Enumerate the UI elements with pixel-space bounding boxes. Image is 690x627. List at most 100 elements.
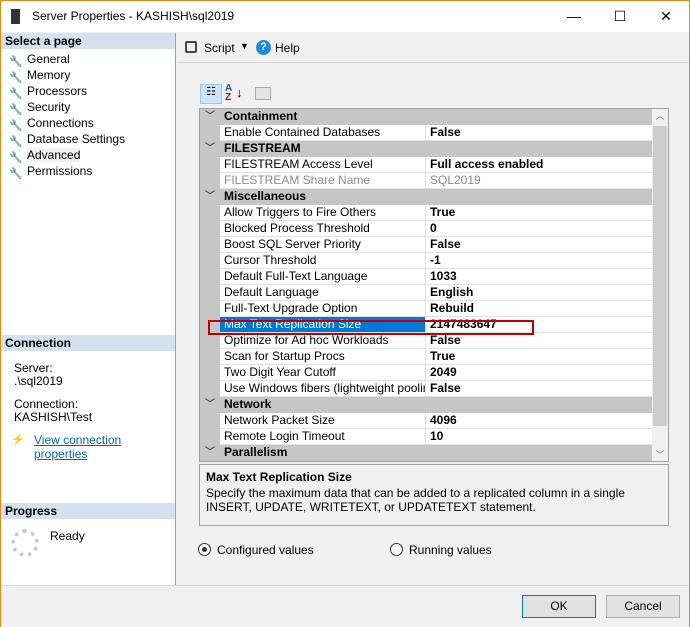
property-row[interactable]: Use Windows fibers (lightweight pooling)…	[200, 381, 654, 397]
property-pages-button[interactable]	[255, 87, 271, 100]
property-value[interactable]: True	[426, 349, 654, 365]
minimize-button[interactable]: —	[551, 1, 597, 32]
property-name: Default Full-Text Language	[220, 269, 426, 285]
title-bar: Server Properties - KASHISH\sql2019 — ☐ …	[1, 1, 689, 32]
property-row[interactable]: FILESTREAM Share Name SQL2019	[200, 173, 654, 189]
property-value[interactable]: SQL2019	[426, 173, 654, 189]
nav-item-security[interactable]: 🔧 Security	[9, 99, 71, 116]
nav-item-advanced[interactable]: 🔧 Advanced	[9, 147, 81, 164]
property-value[interactable]: False	[426, 237, 654, 253]
running-values-label: Running values	[409, 543, 492, 557]
nav-item-label: General	[27, 52, 70, 66]
property-value[interactable]: False	[426, 333, 654, 349]
nav-item-label: Database Settings	[27, 132, 126, 146]
property-name: Remote Login Timeout	[220, 429, 426, 445]
property-value[interactable]: English	[426, 285, 654, 301]
close-button[interactable]: ✕	[643, 1, 689, 32]
maximize-button[interactable]: ☐	[597, 1, 643, 32]
script-button[interactable]: Script	[204, 41, 235, 55]
collapse-chevron-icon[interactable]: ﹀	[205, 189, 215, 204]
connection-label: Connection:	[14, 397, 79, 411]
collapse-chevron-icon[interactable]: ﹀	[205, 141, 215, 156]
nav-item-label: Security	[27, 100, 71, 114]
property-value[interactable]: Rebuild	[426, 301, 654, 317]
property-row[interactable]: Remote Login Timeout 10	[200, 429, 654, 445]
scrollbar-thumb[interactable]	[653, 126, 667, 426]
category-label: Miscellaneous	[224, 189, 307, 203]
category-filestream[interactable]: ﹀ FILESTREAM	[200, 141, 654, 157]
property-row[interactable]: Boost SQL Server Priority False	[200, 237, 654, 253]
configured-values-label: Configured values	[217, 543, 314, 557]
property-name: Enable Contained Databases	[220, 125, 426, 141]
progress-status: Ready	[50, 529, 85, 543]
collapse-chevron-icon[interactable]: ﹀	[205, 445, 215, 460]
categorized-view-button[interactable]: ☷	[200, 84, 222, 104]
property-row[interactable]: Scan for Startup Procs True	[200, 349, 654, 365]
category-label: Network	[224, 397, 272, 411]
property-row[interactable]: Enable Contained Databases False	[200, 125, 654, 141]
property-value[interactable]: 0	[426, 221, 654, 237]
nav-item-label: Processors	[27, 84, 88, 98]
scroll-down-icon[interactable]: ﹀	[652, 448, 668, 461]
property-value[interactable]: 10	[426, 429, 654, 445]
sort-arrow-icon: ↓	[236, 85, 243, 100]
property-row[interactable]: Network Packet Size 4096	[200, 413, 654, 429]
server-icon	[11, 9, 20, 24]
property-row[interactable]: Full-Text Upgrade Option Rebuild	[200, 301, 654, 317]
ok-button[interactable]: OK	[522, 595, 596, 618]
property-value[interactable]: 4096	[426, 413, 654, 429]
property-row[interactable]: Default Language English	[200, 285, 654, 301]
property-row[interactable]: Cursor Threshold -1	[200, 253, 654, 269]
alphabetical-sort-button[interactable]: AZ	[225, 84, 232, 103]
property-value[interactable]: False	[426, 125, 654, 141]
category-parallelism[interactable]: ﹀ Parallelism	[200, 445, 654, 461]
nav-item-connections[interactable]: 🔧 Connections	[9, 115, 94, 132]
description-text: Specify the maximum data that can be add…	[206, 486, 625, 514]
property-row[interactable]: Allow Triggers to Fire Others True	[200, 205, 654, 221]
property-name: Use Windows fibers (lightweight pooling)	[220, 381, 426, 397]
property-row[interactable]: FILESTREAM Access Level Full access enabl…	[200, 157, 654, 173]
nav-item-general[interactable]: 🔧 General	[9, 51, 70, 68]
server-value: .\sql2019	[14, 374, 63, 388]
script-dropdown-chevron-icon[interactable]: ▼	[240, 41, 249, 51]
property-value[interactable]: 1033	[426, 269, 654, 285]
cancel-button[interactable]: Cancel	[606, 595, 680, 618]
property-row[interactable]: Optimize for Ad hoc Workloads False	[200, 333, 654, 349]
property-value[interactable]: Full access enabled	[426, 157, 654, 173]
nav-item-label: Connections	[27, 116, 94, 130]
property-row[interactable]: Two Digit Year Cutoff 2049	[200, 365, 654, 381]
property-grid[interactable]: ﹀ Containment Enable Contained Databases Fa…	[199, 108, 669, 462]
property-row[interactable]: Default Full-Text Language 1033	[200, 269, 654, 285]
help-icon[interactable]: ?	[256, 40, 271, 55]
property-name: Boost SQL Server Priority	[220, 237, 426, 253]
nav-item-processors[interactable]: 🔧 Processors	[9, 83, 88, 100]
property-row[interactable]: Blocked Process Threshold 0	[200, 221, 654, 237]
nav-item-memory[interactable]: 🔧 Memory	[9, 67, 70, 84]
category-containment[interactable]: ﹀ Containment	[200, 109, 654, 125]
collapse-chevron-icon[interactable]: ﹀	[205, 397, 215, 412]
scroll-up-icon[interactable]: ︿	[652, 109, 668, 122]
property-value[interactable]: True	[426, 205, 654, 221]
property-name: Two Digit Year Cutoff	[220, 365, 426, 381]
left-panel: Select a page 🔧 General 🔧 Memory 🔧 Processors…	[1, 33, 176, 627]
view-connection-properties-link[interactable]: View connection properties	[34, 433, 175, 461]
configured-values-radio[interactable]: Configured values	[198, 543, 314, 557]
running-values-radio[interactable]: Running values	[390, 543, 492, 557]
property-name: Network Packet Size	[220, 413, 426, 429]
vertical-scrollbar[interactable]: ︿ ﹀	[652, 109, 668, 461]
property-name: Optimize for Ad hoc Workloads	[220, 333, 426, 349]
property-value[interactable]: False	[426, 381, 654, 397]
nav-item-permissions[interactable]: 🔧 Permissions	[9, 163, 92, 180]
category-miscellaneous[interactable]: ﹀ Miscellaneous	[200, 189, 654, 205]
property-value[interactable]: 2049	[426, 365, 654, 381]
property-value[interactable]: -1	[426, 253, 654, 269]
collapse-chevron-icon[interactable]: ﹀	[205, 109, 215, 124]
button-bar: OK Cancel	[1, 585, 689, 627]
category-network[interactable]: ﹀ Network	[200, 397, 654, 413]
property-name: Default Language	[220, 285, 426, 301]
server-properties-window: Server Properties - KASHISH\sql2019 — ☐ …	[0, 0, 690, 627]
property-name: FILESTREAM Share Name	[220, 173, 426, 189]
nav-item-database-settings[interactable]: 🔧 Database Settings	[9, 131, 126, 148]
help-button[interactable]: Help	[275, 41, 300, 55]
category-label: Containment	[224, 109, 298, 123]
